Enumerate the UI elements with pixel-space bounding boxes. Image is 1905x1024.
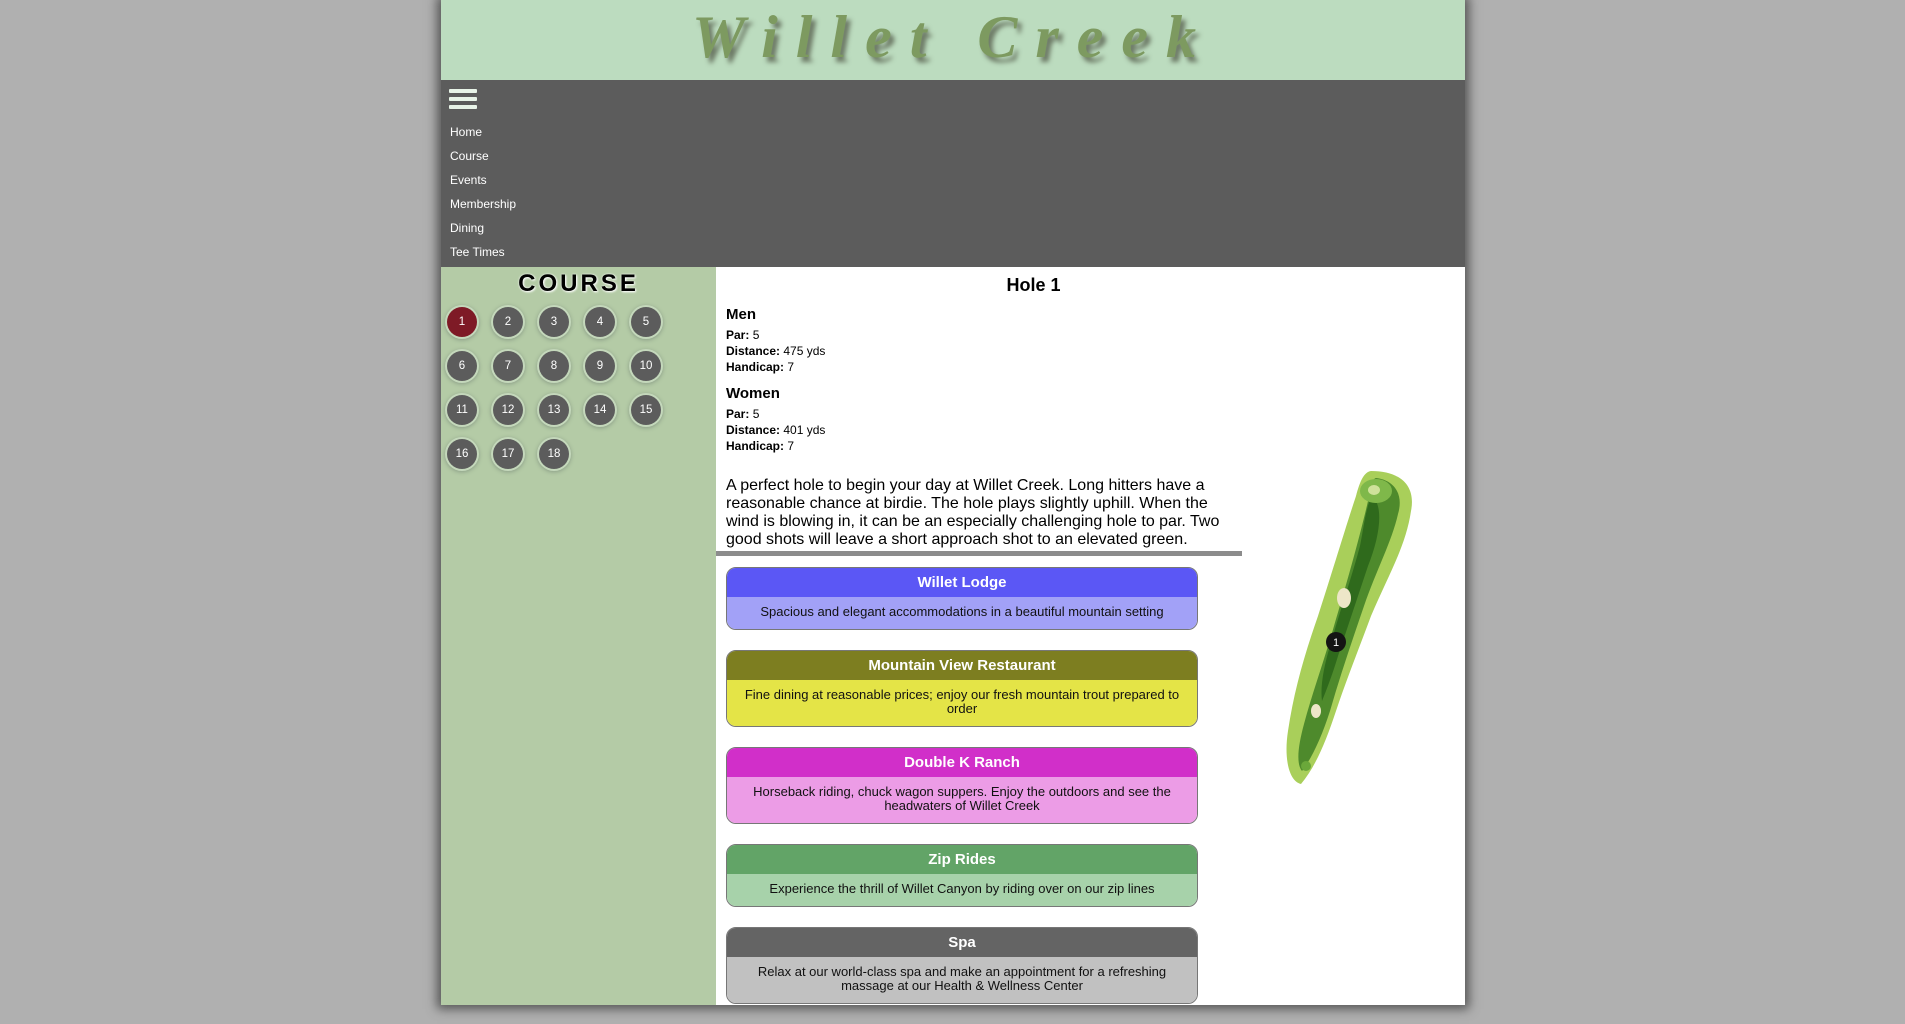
hole-description: A perfect hole to begin your day at Will… xyxy=(726,477,1220,548)
nav-item-home[interactable]: Home xyxy=(450,120,516,144)
card-double-k-ranch[interactable]: Double K Ranch Horseback riding, chuck w… xyxy=(726,747,1198,824)
hole-button-18[interactable]: 18 xyxy=(539,439,569,469)
card-willet-lodge[interactable]: Willet Lodge Spacious and elegant accomm… xyxy=(726,567,1198,630)
hole-selector: 1 2 3 4 5 6 7 8 9 10 11 12 13 14 15 16 1… xyxy=(447,307,677,469)
nav-item-events[interactable]: Events xyxy=(450,168,516,192)
sidebar-title: COURSE xyxy=(518,270,639,297)
hole-button-8[interactable]: 8 xyxy=(539,351,569,381)
hole-button-3[interactable]: 3 xyxy=(539,307,569,337)
men-handicap: Handicap: 7 xyxy=(726,360,795,374)
card-mountain-view-restaurant[interactable]: Mountain View Restaurant Fine dining at … xyxy=(726,650,1198,727)
hole-heading: Hole 1 xyxy=(1006,275,1061,295)
women-handicap: Handicap: 7 xyxy=(726,439,795,453)
hole-button-1[interactable]: 1 xyxy=(447,307,477,337)
card-title: Mountain View Restaurant xyxy=(727,651,1197,680)
hole-button-9[interactable]: 9 xyxy=(585,351,615,381)
page-container: Willet Creek Home Course Events Membersh… xyxy=(441,0,1465,1005)
hole-button-13[interactable]: 13 xyxy=(539,395,569,425)
card-description: Fine dining at reasonable prices; enjoy … xyxy=(727,680,1197,726)
nav-item-tee-times[interactable]: Tee Times xyxy=(450,240,516,264)
hole-button-11[interactable]: 11 xyxy=(447,395,477,425)
card-zip-rides[interactable]: Zip Rides Experience the thrill of Wille… xyxy=(726,844,1198,907)
hole-button-16[interactable]: 16 xyxy=(447,439,477,469)
card-spa[interactable]: Spa Relax at our world-class spa and mak… xyxy=(726,927,1198,1004)
men-stats-title: Men xyxy=(726,306,756,323)
amenity-cards: Willet Lodge Spacious and elegant accomm… xyxy=(726,567,1198,1024)
card-title: Willet Lodge xyxy=(727,568,1197,597)
card-description: Spacious and elegant accommodations in a… xyxy=(727,597,1197,629)
hamburger-menu-icon[interactable] xyxy=(449,89,477,113)
women-stats-title: Women xyxy=(726,385,780,402)
card-description: Horseback riding, chuck wagon suppers. E… xyxy=(727,777,1197,823)
card-title: Zip Rides xyxy=(727,845,1197,874)
men-distance: Distance: 475 yds xyxy=(726,344,826,358)
hole-button-10[interactable]: 10 xyxy=(631,351,661,381)
nav-item-dining[interactable]: Dining xyxy=(450,216,516,240)
nav-item-membership[interactable]: Membership xyxy=(450,192,516,216)
hole-button-17[interactable]: 17 xyxy=(493,439,523,469)
course-sidebar: COURSE 1 2 3 4 5 6 7 8 9 10 11 12 13 14 … xyxy=(441,267,716,1005)
women-par: Par: 5 xyxy=(726,407,760,421)
site-title: Willet Creek xyxy=(691,3,1215,70)
men-par: Par: 5 xyxy=(726,328,760,342)
card-title: Double K Ranch xyxy=(727,748,1197,777)
nav-menu: Home Course Events Membership Dining Tee… xyxy=(450,120,516,264)
hole-button-5[interactable]: 5 xyxy=(631,307,661,337)
site-header: Willet Creek xyxy=(441,0,1465,80)
hole-button-15[interactable]: 15 xyxy=(631,395,661,425)
hole-marker-label: 1 xyxy=(1333,637,1339,649)
card-description: Relax at our world-class spa and make an… xyxy=(727,957,1197,1003)
hole-button-4[interactable]: 4 xyxy=(585,307,615,337)
card-title: Spa xyxy=(727,928,1197,957)
women-distance: Distance: 401 yds xyxy=(726,423,826,437)
hole-layout-image: 1 xyxy=(1286,471,1412,784)
hole-button-14[interactable]: 14 xyxy=(585,395,615,425)
hole-button-12[interactable]: 12 xyxy=(493,395,523,425)
nav-item-course[interactable]: Course xyxy=(450,144,516,168)
hole-button-7[interactable]: 7 xyxy=(493,351,523,381)
navigation-bar: Home Course Events Membership Dining Tee… xyxy=(441,80,1465,267)
hole-button-2[interactable]: 2 xyxy=(493,307,523,337)
card-description: Experience the thrill of Willet Canyon b… xyxy=(727,874,1197,906)
section-divider xyxy=(716,551,1242,556)
hole-button-6[interactable]: 6 xyxy=(447,351,477,381)
hole-details: Hole 1 Men Par: 5 Distance: 475 yds Hand… xyxy=(726,267,1241,549)
